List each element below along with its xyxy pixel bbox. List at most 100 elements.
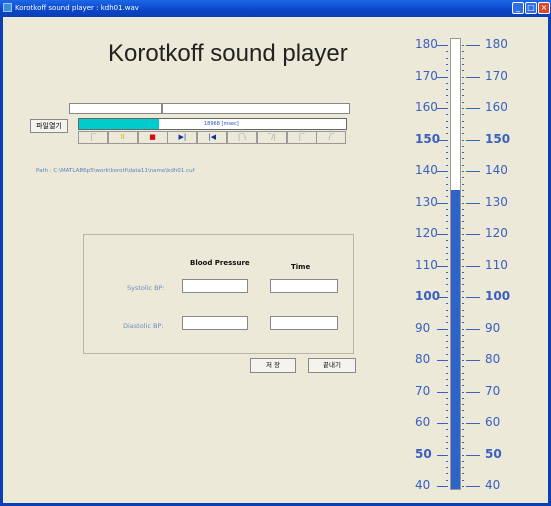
maximize-button[interactable]: □ bbox=[525, 2, 537, 14]
control-button-1[interactable]: II bbox=[107, 131, 138, 144]
column-header-blood-pressure: Blood Pressure bbox=[190, 259, 250, 267]
control-button-3[interactable]: ▶| bbox=[167, 131, 198, 144]
gauge-minor-tick bbox=[446, 467, 448, 469]
control-button-0[interactable]: |‾ bbox=[78, 131, 108, 144]
gauge-minor-tick bbox=[462, 76, 464, 78]
gauge-minor-tick bbox=[446, 215, 448, 217]
title-bar: Korotkoff sound player : kdh01.wav _ □ × bbox=[0, 0, 551, 17]
diastolic-time-field[interactable] bbox=[270, 316, 338, 330]
gauge-minor-tick bbox=[446, 429, 448, 431]
gauge-minor-tick bbox=[446, 473, 448, 475]
gauge-minor-tick bbox=[446, 410, 448, 412]
close-button[interactable]: × bbox=[538, 2, 550, 14]
gauge-minor-tick bbox=[462, 467, 464, 469]
gauge-left-label: 110 bbox=[415, 257, 438, 272]
gauge-right-label: 80 bbox=[485, 352, 501, 366]
gauge-left-tick bbox=[437, 423, 446, 424]
progress-bar-left[interactable] bbox=[69, 103, 162, 114]
playback-position-bar[interactable]: 18968 [msec] bbox=[78, 118, 347, 130]
minimize-button[interactable]: _ bbox=[512, 2, 524, 14]
gauge-minor-tick bbox=[462, 89, 464, 91]
gauge-right-tick bbox=[466, 486, 480, 487]
gauge-minor-tick bbox=[462, 290, 464, 292]
gauge-minor-tick bbox=[462, 221, 464, 223]
gauge-minor-tick bbox=[446, 284, 448, 286]
gauge-minor-tick bbox=[446, 164, 448, 166]
systolic-bp-field[interactable] bbox=[182, 279, 248, 293]
save-button[interactable]: 저 장 bbox=[250, 358, 296, 373]
gauge-minor-tick bbox=[446, 423, 448, 424]
gauge-minor-tick bbox=[462, 360, 464, 361]
gauge-left-label: 150 bbox=[415, 131, 441, 146]
gauge-minor-tick bbox=[462, 158, 464, 160]
page-title: Korotkoff sound player bbox=[108, 40, 348, 67]
gauge-minor-tick bbox=[462, 95, 464, 97]
gauge-minor-tick bbox=[462, 152, 464, 154]
progress-bar-right[interactable] bbox=[162, 103, 350, 114]
control-button-5[interactable]: |‾\ bbox=[227, 131, 257, 144]
gauge-minor-tick bbox=[446, 328, 448, 330]
systolic-time-field[interactable] bbox=[270, 279, 338, 293]
gauge-minor-tick bbox=[462, 265, 464, 267]
gauge-minor-tick bbox=[462, 133, 464, 135]
gauge-minor-tick bbox=[446, 297, 448, 298]
gauge-minor-tick bbox=[462, 70, 464, 72]
gauge-left-tick bbox=[437, 202, 446, 204]
open-file-button[interactable]: 파일열기 bbox=[30, 119, 68, 133]
gauge-minor-tick bbox=[446, 441, 448, 443]
gauge-minor-tick bbox=[446, 372, 448, 374]
gauge-right-tick bbox=[466, 391, 480, 393]
gauge-right-tick bbox=[466, 234, 480, 235]
gauge-minor-tick bbox=[446, 120, 448, 122]
gauge-minor-tick bbox=[462, 479, 464, 481]
control-button-6[interactable]: ‾/| bbox=[256, 131, 287, 144]
gauge-left-label: 160 bbox=[415, 100, 438, 114]
gauge-minor-tick bbox=[462, 139, 464, 141]
gauge-minor-tick bbox=[462, 315, 464, 317]
gauge-minor-tick bbox=[446, 189, 448, 191]
gauge-left-tick bbox=[437, 139, 446, 141]
playback-progress-fill bbox=[79, 119, 160, 129]
gauge-right-label: 110 bbox=[485, 257, 508, 272]
gauge-minor-tick bbox=[462, 171, 464, 172]
gauge-minor-tick bbox=[462, 328, 464, 330]
gauge-minor-tick bbox=[462, 372, 464, 374]
gauge-left-label: 70 bbox=[415, 383, 431, 398]
gauge-left-label: 180 bbox=[415, 37, 438, 51]
gauge-minor-tick bbox=[462, 423, 464, 424]
gauge-minor-tick bbox=[446, 133, 448, 135]
gauge-right-tick bbox=[466, 171, 480, 172]
control-button-7[interactable]: |‾ bbox=[286, 131, 317, 144]
gauge-left-tick bbox=[437, 108, 446, 109]
control-button-2[interactable]: ■ bbox=[137, 131, 168, 144]
gauge-minor-tick bbox=[446, 271, 448, 273]
gauge-minor-tick bbox=[446, 183, 448, 185]
diastolic-bp-field[interactable] bbox=[182, 316, 248, 330]
gauge-minor-tick bbox=[446, 303, 448, 305]
control-button-4[interactable]: |◀ bbox=[197, 131, 228, 144]
gauge-minor-tick bbox=[462, 473, 464, 475]
gauge-right-label: 140 bbox=[485, 163, 508, 177]
gauge-minor-tick bbox=[446, 315, 448, 317]
gauge-left-tick bbox=[437, 171, 446, 172]
gauge-left-tick bbox=[437, 265, 446, 267]
exit-button[interactable]: 끝내기 bbox=[308, 358, 356, 373]
gauge-minor-tick bbox=[446, 101, 448, 103]
gauge-right-label: 160 bbox=[485, 100, 508, 114]
gauge-minor-tick bbox=[462, 202, 464, 204]
gauge-minor-tick bbox=[462, 227, 464, 229]
diastolic-label: Diastolic BP: bbox=[123, 322, 164, 330]
gauge-minor-tick bbox=[446, 234, 448, 235]
gauge-minor-tick bbox=[446, 89, 448, 91]
gauge-right-tick bbox=[466, 360, 480, 361]
gauge-minor-tick bbox=[462, 63, 464, 65]
gauge-minor-tick bbox=[462, 183, 464, 185]
gauge-minor-tick bbox=[446, 309, 448, 311]
gauge-minor-tick bbox=[446, 334, 448, 336]
control-button-8[interactable]: /‾ bbox=[316, 131, 347, 144]
gauge-right-tick bbox=[466, 76, 480, 78]
gauge-left-tick bbox=[437, 234, 446, 235]
gauge-minor-tick bbox=[446, 385, 448, 387]
gauge-minor-tick bbox=[462, 126, 464, 128]
gauge-left-tick bbox=[437, 328, 446, 330]
